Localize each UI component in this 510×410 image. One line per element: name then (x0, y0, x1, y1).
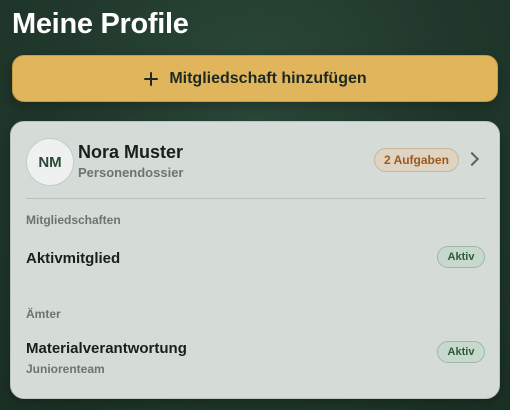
person-name: Nora Muster (78, 142, 184, 162)
divider (26, 198, 486, 199)
add-membership-button[interactable]: Mitgliedschaft hinzufügen (12, 55, 498, 102)
membership-title: Aktivmitglied (26, 250, 121, 267)
profile-card: NM Nora Muster Personendossier 2 Aufgabe… (10, 121, 500, 399)
profile-header[interactable]: NM Nora Muster Personendossier 2 Aufgabe… (11, 122, 499, 198)
section-label-offices: Ämter (26, 307, 61, 321)
chevron-right-icon[interactable] (464, 151, 480, 167)
status-badge: Aktiv (437, 246, 485, 268)
person-subtitle: Personendossier (78, 165, 184, 180)
tasks-badge[interactable]: 2 Aufgaben (374, 148, 459, 172)
status-badge: Aktiv (437, 341, 485, 363)
plus-icon (143, 71, 159, 87)
avatar: NM (26, 138, 74, 186)
page-title: Meine Profile (12, 8, 189, 40)
office-subtitle: Juniorenteam (26, 362, 105, 376)
office-title: Materialverantwortung (26, 340, 187, 357)
add-membership-label: Mitgliedschaft hinzufügen (169, 69, 367, 87)
section-label-memberships: Mitgliedschaften (26, 213, 121, 227)
